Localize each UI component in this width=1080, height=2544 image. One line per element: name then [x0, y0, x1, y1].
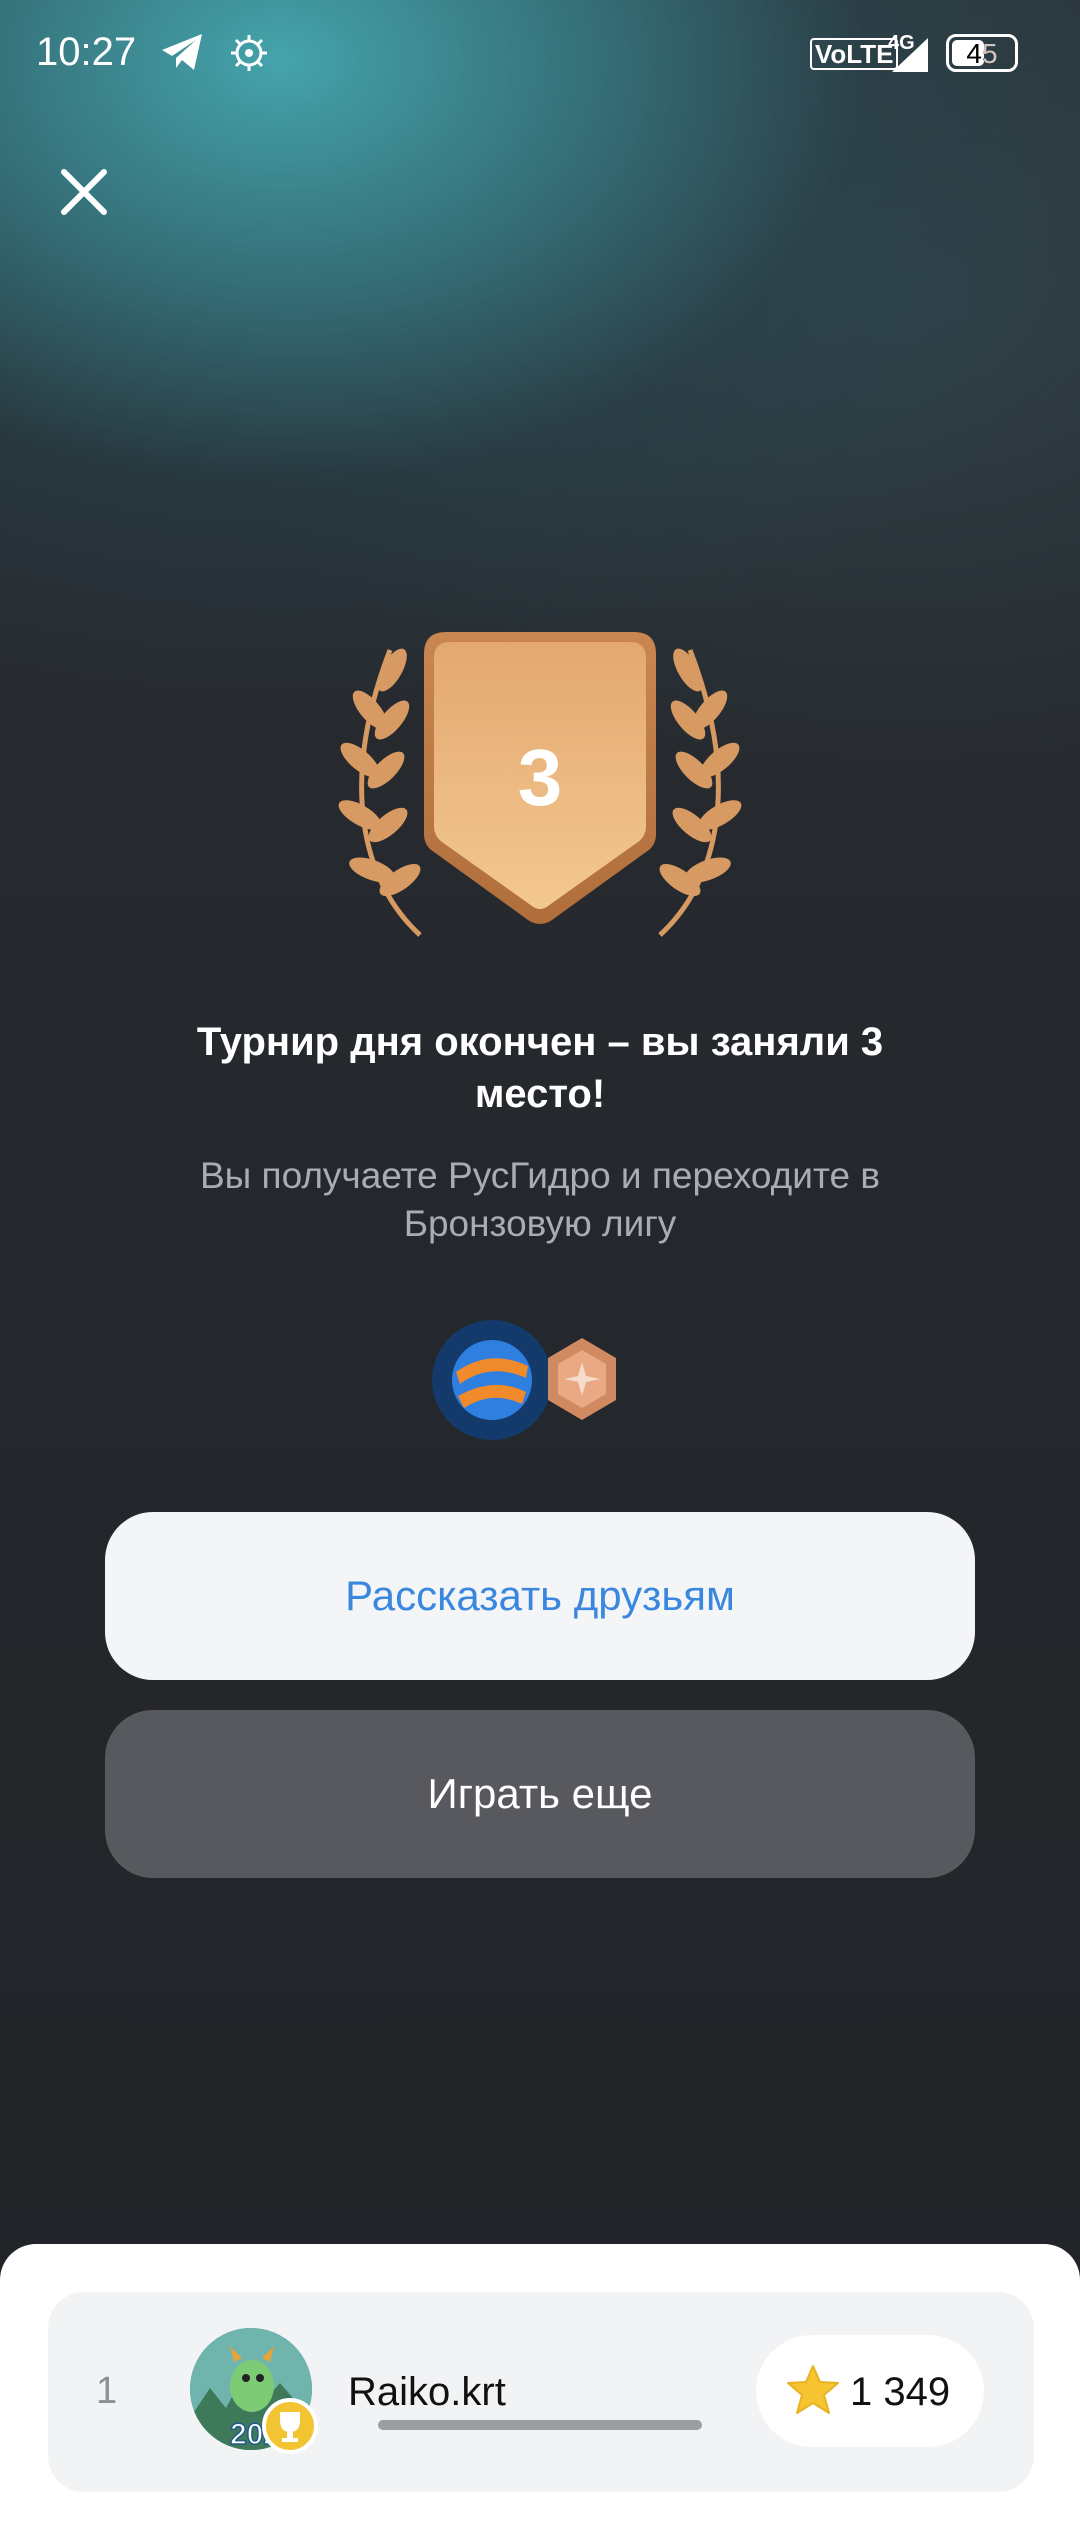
volte-icon: VoLTE: [810, 38, 899, 70]
star-icon: [787, 2365, 839, 2414]
home-indicator: [378, 2420, 702, 2430]
telegram-icon: [162, 34, 202, 70]
leaderboard-rank: 1: [96, 2370, 118, 2412]
play-again-button[interactable]: Играть еще: [105, 1710, 975, 1878]
close-icon[interactable]: [52, 160, 116, 224]
place-number: 3: [518, 733, 563, 822]
battery-icon: 45: [946, 34, 1018, 72]
settings-bug-icon: [231, 35, 267, 71]
share-button[interactable]: Рассказать друзьям: [105, 1512, 975, 1680]
signal-icon: [892, 38, 928, 72]
battery-level: 45: [966, 38, 998, 69]
result-subtitle: Вы получаете РусГидро и переходите в Бро…: [199, 1155, 880, 1244]
leaderboard-username: Raiko.krt: [348, 2370, 506, 2414]
status-bar: 10:27 VoLTE 4G 45: [0, 0, 1080, 110]
status-time: 10:27: [36, 30, 137, 74]
rewards-row: [432, 1320, 616, 1440]
place-badge: 3: [338, 632, 742, 937]
laurel-left-icon: [338, 648, 422, 937]
bronze-league-icon: [548, 1338, 616, 1420]
leaderboard-score: 1 349: [850, 2370, 951, 2414]
trophy-icon: [262, 2398, 318, 2454]
rushydro-logo-icon: [432, 1320, 552, 1440]
laurel-right-icon: [658, 648, 742, 937]
result-title: Турнир дня окончен – вы заняли 3 место!: [196, 1020, 884, 1116]
